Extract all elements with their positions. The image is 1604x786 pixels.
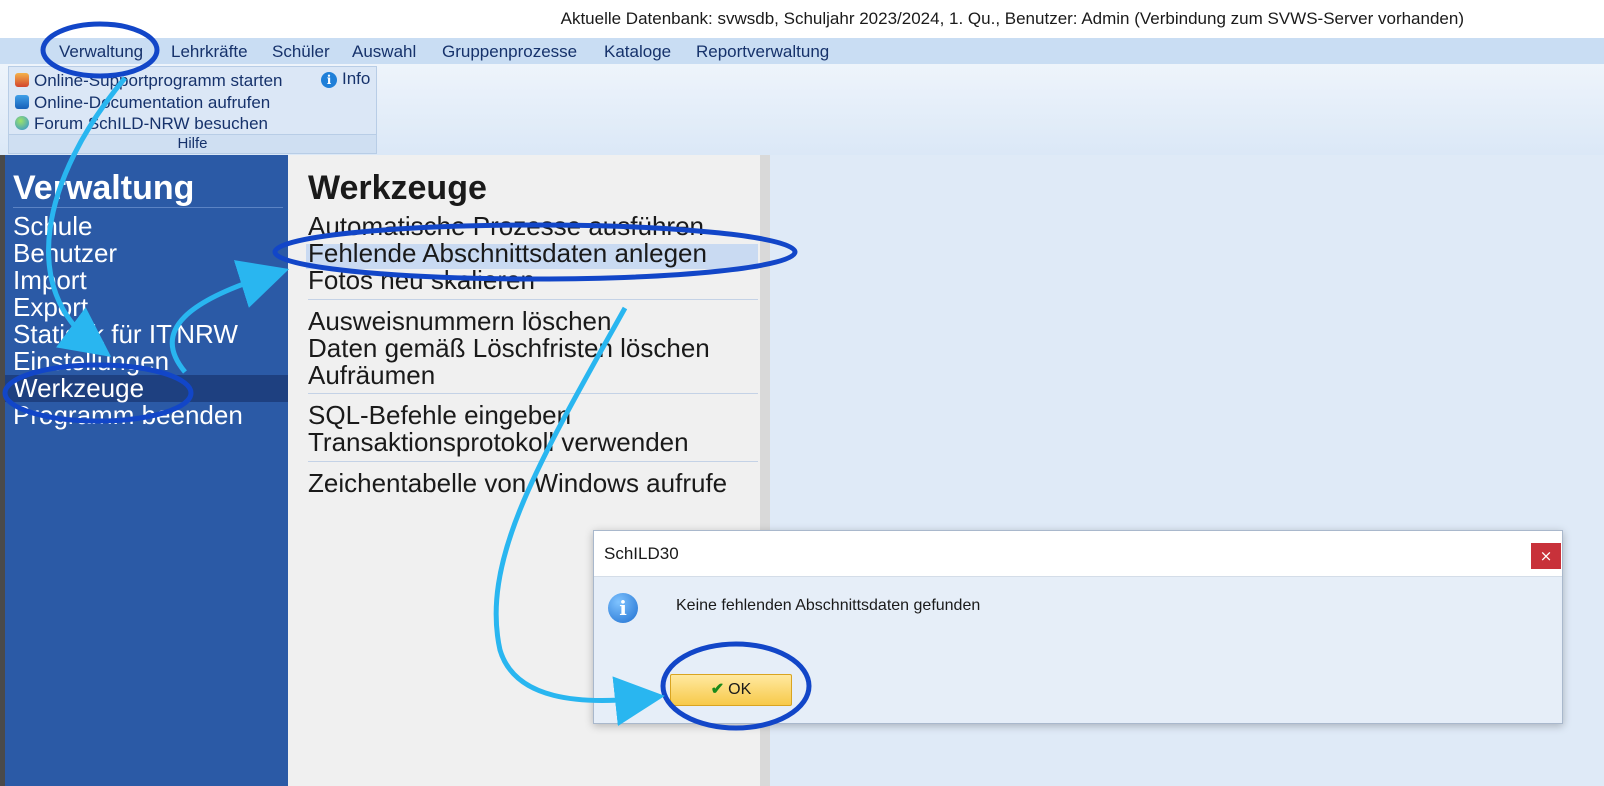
online-documentation-label: Online-Documentation aufrufen bbox=[34, 93, 271, 112]
menu-reportverwaltung[interactable]: Reportverwaltung bbox=[696, 42, 829, 62]
checkmark-icon: ✔ bbox=[710, 681, 725, 698]
menu-gruppenprozesse[interactable]: Gruppenprozesse bbox=[442, 42, 577, 62]
window-title: Aktuelle Datenbank: svwsdb, Schuljahr 20… bbox=[560, 9, 1464, 28]
dialog-title: SchILD30 bbox=[604, 544, 679, 563]
ok-button[interactable]: ✔ OK bbox=[670, 674, 792, 706]
sidebar-item-benutzer[interactable]: Benutzer bbox=[13, 240, 117, 267]
menubar: Verwaltung Lehrkräfte Schüler Auswahl Gr… bbox=[0, 38, 1604, 64]
info-label: Info bbox=[342, 69, 371, 88]
sidebar-item-programm-beenden[interactable]: Programm beenden bbox=[13, 402, 243, 429]
window-titlebar: Aktuelle Datenbank: svwsdb, Schuljahr 20… bbox=[0, 0, 1604, 38]
tool-automatische-prozesse[interactable]: Automatische Prozesse ausführen bbox=[308, 213, 704, 240]
online-documentation-link[interactable]: Online-Documentation aufrufen bbox=[15, 93, 270, 113]
sidebar-item-statistik[interactable]: Statistik für IT.NRW bbox=[13, 321, 238, 348]
info-icon: i bbox=[608, 593, 638, 623]
sidebar-item-export[interactable]: Export bbox=[13, 294, 88, 321]
ribbon: Online-Supportprogramm starten Online-Do… bbox=[0, 64, 1604, 156]
tool-sql-befehle[interactable]: SQL-Befehle eingeben bbox=[308, 402, 571, 429]
menu-kataloge[interactable]: Kataloge bbox=[604, 42, 671, 62]
tool-aufraeumen[interactable]: Aufräumen bbox=[308, 362, 435, 389]
sidebar-item-einstellungen[interactable]: Einstellungen bbox=[13, 348, 169, 375]
support-icon bbox=[15, 73, 29, 87]
menu-auswahl[interactable]: Auswahl bbox=[352, 42, 416, 62]
sidebar-heading: Verwaltung bbox=[13, 169, 195, 207]
sidebar: Verwaltung Schule Benutzer Import Export… bbox=[5, 155, 288, 786]
tool-fehlende-abschnittsdaten[interactable]: Fehlende Abschnittsdaten anlegen bbox=[308, 240, 707, 267]
tool-ausweisnummern-loeschen[interactable]: Ausweisnummern löschen bbox=[308, 308, 611, 335]
group-divider bbox=[308, 393, 758, 394]
book-icon bbox=[15, 95, 29, 109]
dialog-titlebar: SchILD30 × bbox=[594, 531, 1562, 577]
tool-zeichentabelle[interactable]: Zeichentabelle von Windows aufrufe bbox=[308, 470, 727, 497]
info-link[interactable]: i Info bbox=[321, 69, 370, 89]
dialog-message: Keine fehlenden Abschnittsdaten gefunden bbox=[676, 597, 981, 614]
menu-lehrkraefte[interactable]: Lehrkräfte bbox=[171, 42, 248, 62]
ribbon-group-caption: Hilfe bbox=[9, 134, 376, 153]
sidebar-item-import[interactable]: Import bbox=[13, 267, 87, 294]
ribbon-group-hilfe: Online-Supportprogramm starten Online-Do… bbox=[8, 66, 377, 154]
menu-schueler[interactable]: Schüler bbox=[272, 42, 330, 62]
tool-transaktionsprotokoll[interactable]: Transaktionsprotokoll verwenden bbox=[308, 429, 689, 456]
dialog-close-button[interactable]: × bbox=[1531, 543, 1561, 569]
menu-verwaltung[interactable]: Verwaltung bbox=[59, 42, 143, 62]
message-dialog: SchILD30 × i Keine fehlenden Abschnittsd… bbox=[593, 530, 1563, 724]
group-divider bbox=[308, 299, 758, 300]
tool-loeschfristen[interactable]: Daten gemäß Löschfristen löschen bbox=[308, 335, 710, 362]
sidebar-divider bbox=[13, 207, 283, 208]
sidebar-item-werkzeuge[interactable]: Werkzeuge bbox=[13, 375, 144, 402]
group-divider bbox=[308, 461, 758, 462]
forum-link[interactable]: Forum SchILD-NRW besuchen bbox=[15, 114, 268, 134]
sidebar-item-schule[interactable]: Schule bbox=[13, 213, 93, 240]
tool-fotos-skalieren[interactable]: Fotos neu skalieren bbox=[308, 267, 535, 294]
globe-icon bbox=[15, 116, 29, 130]
forum-label: Forum SchILD-NRW besuchen bbox=[34, 114, 268, 133]
ok-label: OK bbox=[728, 681, 752, 698]
info-icon: i bbox=[321, 72, 337, 88]
tools-heading: Werkzeuge bbox=[308, 169, 487, 207]
online-support-label: Online-Supportprogramm starten bbox=[34, 71, 283, 90]
online-support-link[interactable]: Online-Supportprogramm starten bbox=[15, 71, 283, 91]
